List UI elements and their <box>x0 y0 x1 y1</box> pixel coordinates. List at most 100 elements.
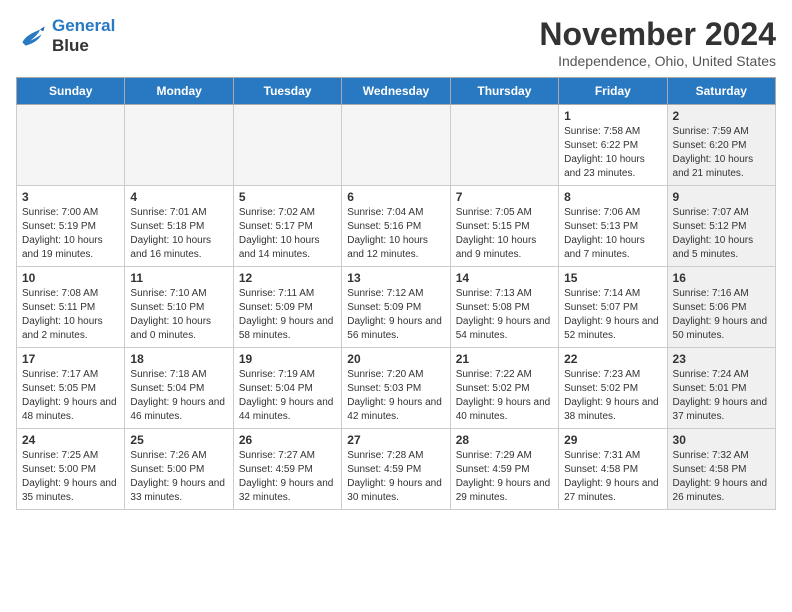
day-info: Sunrise: 7:02 AM Sunset: 5:17 PM Dayligh… <box>239 206 336 262</box>
day-info: Sunrise: 7:10 AM Sunset: 5:10 PM Dayligh… <box>130 287 227 343</box>
weekday-header-thursday: Thursday <box>450 78 558 105</box>
day-info: Sunrise: 7:06 AM Sunset: 5:13 PM Dayligh… <box>564 206 661 262</box>
day-info: Sunrise: 7:27 AM Sunset: 4:59 PM Dayligh… <box>239 449 336 505</box>
week-row-4: 17 Sunrise: 7:17 AM Sunset: 5:05 PM Dayli… <box>17 348 776 429</box>
calendar-cell: 16 Sunrise: 7:16 AM Sunset: 5:06 PM Dayli… <box>667 267 775 348</box>
week-row-2: 3 Sunrise: 7:00 AM Sunset: 5:19 PM Daylig… <box>17 186 776 267</box>
weekday-header-tuesday: Tuesday <box>233 78 341 105</box>
calendar-cell: 12Sunrise: 7:11 AM Sunset: 5:09 PM Dayli… <box>233 267 341 348</box>
day-number: 9 <box>673 190 770 204</box>
weekday-header-monday: Monday <box>125 78 233 105</box>
calendar-table: SundayMondayTuesdayWednesdayThursdayFrid… <box>16 77 776 510</box>
day-number: 4 <box>130 190 227 204</box>
day-number: 13 <box>347 271 444 285</box>
calendar-cell <box>233 105 341 186</box>
calendar-cell: 9 Sunrise: 7:07 AM Sunset: 5:12 PM Daylig… <box>667 186 775 267</box>
day-info: Sunrise: 7:00 AM Sunset: 5:19 PM Dayligh… <box>22 206 119 262</box>
day-number: 23 <box>673 352 770 366</box>
calendar-cell: 8 Sunrise: 7:06 AM Sunset: 5:13 PM Daylig… <box>559 186 667 267</box>
calendar-cell: 24 Sunrise: 7:25 AM Sunset: 5:00 PM Dayli… <box>17 429 125 510</box>
calendar-cell: 28 Sunrise: 7:29 AM Sunset: 4:59 PM Dayli… <box>450 429 558 510</box>
calendar-cell: 19 Sunrise: 7:19 AM Sunset: 5:04 PM Dayli… <box>233 348 341 429</box>
day-info: Sunrise: 7:29 AM Sunset: 4:59 PM Dayligh… <box>456 449 553 505</box>
day-number: 3 <box>22 190 119 204</box>
day-number: 28 <box>456 433 553 447</box>
day-info: Sunrise: 7:01 AM Sunset: 5:18 PM Dayligh… <box>130 206 227 262</box>
month-title: November 2024 <box>539 16 776 53</box>
calendar-cell: 15 Sunrise: 7:14 AM Sunset: 5:07 PM Dayli… <box>559 267 667 348</box>
day-number: 17 <box>22 352 119 366</box>
day-info: Sunrise: 7:19 AM Sunset: 5:04 PM Dayligh… <box>239 368 336 424</box>
logo-general: General <box>52 16 115 36</box>
day-info: Sunrise: 7:05 AM Sunset: 5:15 PM Dayligh… <box>456 206 553 262</box>
calendar-cell: 10 Sunrise: 7:08 AM Sunset: 5:11 PM Dayli… <box>17 267 125 348</box>
day-number: 27 <box>347 433 444 447</box>
calendar-cell <box>17 105 125 186</box>
day-info: Sunrise: 7:58 AM Sunset: 6:22 PM Dayligh… <box>564 125 661 181</box>
calendar-cell: 11 Sunrise: 7:10 AM Sunset: 5:10 PM Dayli… <box>125 267 233 348</box>
day-info: Sunrise: 7:28 AM Sunset: 4:59 PM Dayligh… <box>347 449 444 505</box>
weekday-header-friday: Friday <box>559 78 667 105</box>
day-info: Sunrise: 7:32 AM Sunset: 4:58 PM Dayligh… <box>673 449 770 505</box>
weekday-header-wednesday: Wednesday <box>342 78 450 105</box>
logo-icon <box>16 20 48 52</box>
day-info: Sunrise: 7:08 AM Sunset: 5:11 PM Dayligh… <box>22 287 119 343</box>
logo: General Blue <box>16 16 115 55</box>
day-number: 10 <box>22 271 119 285</box>
calendar-cell: 26 Sunrise: 7:27 AM Sunset: 4:59 PM Dayli… <box>233 429 341 510</box>
calendar-cell: 14Sunrise: 7:13 AM Sunset: 5:08 PM Dayli… <box>450 267 558 348</box>
day-info: Sunrise: 7:25 AM Sunset: 5:00 PM Dayligh… <box>22 449 119 505</box>
day-number: 22 <box>564 352 661 366</box>
day-number: 21 <box>456 352 553 366</box>
day-info: Sunrise: 7:23 AM Sunset: 5:02 PM Dayligh… <box>564 368 661 424</box>
day-number: 15 <box>564 271 661 285</box>
day-number: 5 <box>239 190 336 204</box>
day-info: Sunrise: 7:31 AM Sunset: 4:58 PM Dayligh… <box>564 449 661 505</box>
calendar-cell <box>125 105 233 186</box>
calendar-cell: 6 Sunrise: 7:04 AM Sunset: 5:16 PM Daylig… <box>342 186 450 267</box>
calendar-cell: 30 Sunrise: 7:32 AM Sunset: 4:58 PM Dayli… <box>667 429 775 510</box>
weekday-header-sunday: Sunday <box>17 78 125 105</box>
day-number: 11 <box>130 271 227 285</box>
calendar-cell: 2 Sunrise: 7:59 AM Sunset: 6:20 PM Daylig… <box>667 105 775 186</box>
day-info: Sunrise: 7:26 AM Sunset: 5:00 PM Dayligh… <box>130 449 227 505</box>
calendar-cell <box>342 105 450 186</box>
calendar-cell: 22 Sunrise: 7:23 AM Sunset: 5:02 PM Dayli… <box>559 348 667 429</box>
calendar-cell: 5 Sunrise: 7:02 AM Sunset: 5:17 PM Daylig… <box>233 186 341 267</box>
calendar-cell: 21Sunrise: 7:22 AM Sunset: 5:02 PM Dayli… <box>450 348 558 429</box>
day-number: 20 <box>347 352 444 366</box>
day-number: 1 <box>564 109 661 123</box>
day-number: 19 <box>239 352 336 366</box>
day-number: 8 <box>564 190 661 204</box>
day-number: 6 <box>347 190 444 204</box>
day-info: Sunrise: 7:04 AM Sunset: 5:16 PM Dayligh… <box>347 206 444 262</box>
day-info: Sunrise: 7:07 AM Sunset: 5:12 PM Dayligh… <box>673 206 770 262</box>
calendar-cell: 7 Sunrise: 7:05 AM Sunset: 5:15 PM Daylig… <box>450 186 558 267</box>
day-number: 29 <box>564 433 661 447</box>
weekday-header-row: SundayMondayTuesdayWednesdayThursdayFrid… <box>17 78 776 105</box>
calendar-cell: 3 Sunrise: 7:00 AM Sunset: 5:19 PM Daylig… <box>17 186 125 267</box>
day-number: 14 <box>456 271 553 285</box>
day-info: Sunrise: 7:11 AM Sunset: 5:09 PM Dayligh… <box>239 287 336 343</box>
week-row-1: 1 Sunrise: 7:58 AM Sunset: 6:22 PM Daylig… <box>17 105 776 186</box>
title-area: November 2024 Independence, Ohio, United… <box>539 16 776 69</box>
day-number: 26 <box>239 433 336 447</box>
day-number: 30 <box>673 433 770 447</box>
calendar-cell: 25 Sunrise: 7:26 AM Sunset: 5:00 PM Dayli… <box>125 429 233 510</box>
week-row-3: 10 Sunrise: 7:08 AM Sunset: 5:11 PM Dayli… <box>17 267 776 348</box>
day-number: 2 <box>673 109 770 123</box>
day-info: Sunrise: 7:17 AM Sunset: 5:05 PM Dayligh… <box>22 368 119 424</box>
day-number: 7 <box>456 190 553 204</box>
calendar-cell <box>450 105 558 186</box>
header: General Blue November 2024 Independence,… <box>16 16 776 69</box>
day-number: 16 <box>673 271 770 285</box>
location: Independence, Ohio, United States <box>539 53 776 69</box>
day-info: Sunrise: 7:14 AM Sunset: 5:07 PM Dayligh… <box>564 287 661 343</box>
day-number: 25 <box>130 433 227 447</box>
day-info: Sunrise: 7:16 AM Sunset: 5:06 PM Dayligh… <box>673 287 770 343</box>
day-info: Sunrise: 7:12 AM Sunset: 5:09 PM Dayligh… <box>347 287 444 343</box>
day-number: 24 <box>22 433 119 447</box>
week-row-5: 24 Sunrise: 7:25 AM Sunset: 5:00 PM Dayli… <box>17 429 776 510</box>
day-info: Sunrise: 7:59 AM Sunset: 6:20 PM Dayligh… <box>673 125 770 181</box>
calendar-cell: 4 Sunrise: 7:01 AM Sunset: 5:18 PM Daylig… <box>125 186 233 267</box>
